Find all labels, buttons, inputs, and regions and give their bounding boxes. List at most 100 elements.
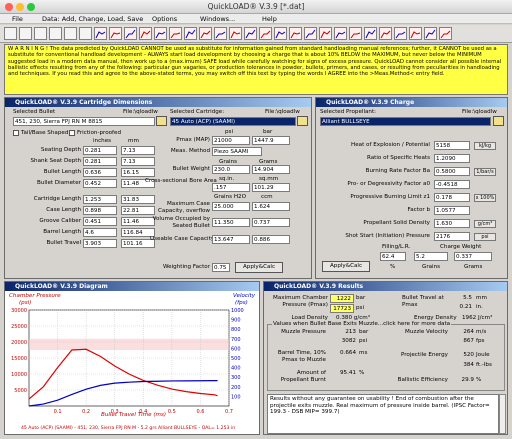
dim-inches-field-7[interactable]: 4.6 xyxy=(83,228,117,237)
bore-sqin-field[interactable]: .157 xyxy=(212,183,250,192)
dim-mm-field-0[interactable]: 7.13 xyxy=(121,146,155,155)
max-capacity-grains-field[interactable]: 25.000 xyxy=(212,202,250,211)
toolbar-chart-icon-25[interactable] xyxy=(379,27,392,40)
charge-value-field-0[interactable]: 5158 xyxy=(434,141,470,150)
max-capacity-ccm-field[interactable]: 1.624 xyxy=(252,202,290,211)
charge-value-field-6[interactable]: 1.630 xyxy=(434,219,470,228)
dim-inches-field-2[interactable]: 0.636 xyxy=(83,168,117,177)
occupied-volume-grains-field[interactable]: 11.350 xyxy=(212,218,250,227)
pmax-bar-field[interactable]: 1447.9 xyxy=(252,136,290,145)
tail-base-checkbox[interactable] xyxy=(13,130,19,136)
charge-unit-button-4[interactable]: x 100% xyxy=(474,194,496,202)
toolbar-chart-icon-27[interactable] xyxy=(409,27,422,40)
col-inches-label: inches xyxy=(93,138,112,144)
bullet-weight-grams-field[interactable]: 14.904 xyxy=(252,165,290,174)
toolbar-chart-icon-17[interactable] xyxy=(259,27,272,40)
charge-grams-field[interactable]: 0.337 xyxy=(454,252,492,261)
toolbar-chart-icon-29[interactable] xyxy=(439,27,452,40)
menu-file[interactable]: File xyxy=(12,15,23,23)
toolbar-chart-icon-15[interactable] xyxy=(229,27,242,40)
toolbar-chart-icon-13[interactable] xyxy=(199,27,212,40)
dim-mm-field-1[interactable]: 7.13 xyxy=(121,157,155,166)
results-panel-header: QuickLOAD® V.3.9 Results xyxy=(264,282,507,291)
toolbar-chart-icon-14[interactable] xyxy=(214,27,227,40)
cartridge-select[interactable]: 45 Auto (ACP) (SAAMI) xyxy=(170,117,296,126)
diagram-panel-header: QuickLOAD® V.3.9 Diagram xyxy=(5,282,259,291)
dim-inches-field-1[interactable]: 0.281 xyxy=(83,157,117,166)
filling-field[interactable]: 62.4 xyxy=(380,252,406,261)
charge-unit-button-0[interactable]: kJ/kg xyxy=(474,142,496,150)
dim-inches-field-8[interactable]: 3.903 xyxy=(83,239,117,248)
toolbar-chart-icon-24[interactable] xyxy=(364,27,377,40)
usable-capacity-grains-field[interactable]: 13.647 xyxy=(212,235,250,244)
sqmm-label: sq.mm xyxy=(259,176,279,182)
charge-value-field-5[interactable]: 1.0577 xyxy=(434,206,470,215)
toolbar-chart-icon-9[interactable] xyxy=(139,27,152,40)
charge-unit-button-7[interactable]: psi xyxy=(474,233,496,241)
max-chamber-pressure-label: Maximum Chamber Pressure (Pmax) xyxy=(273,295,328,308)
menu-options[interactable]: Options xyxy=(152,15,177,23)
charge-value-field-1[interactable]: 1.2090 xyxy=(434,154,470,163)
dim-inches-field-4[interactable]: 1.253 xyxy=(83,195,117,204)
dim-label-3: Bullet Diameter xyxy=(36,180,81,186)
result-right-value-0: 264 xyxy=(463,329,474,335)
toolbar-chart-icon-22[interactable] xyxy=(334,27,347,40)
weighting-factor-field[interactable]: 0.75 xyxy=(212,263,230,272)
toolbar-chart-icon-12[interactable] xyxy=(184,27,197,40)
y2-tick-label: 200 xyxy=(231,385,241,391)
y2-tick-label: 600 xyxy=(231,346,241,352)
occupied-volume-ccm-field[interactable]: 0.737 xyxy=(252,218,290,227)
menu-data[interactable]: Data: Add, Change, Load, Save xyxy=(42,15,143,23)
bullet-weight-grains-field[interactable]: 230.0 xyxy=(212,165,250,174)
toolbar-chart-icon-10[interactable] xyxy=(154,27,167,40)
dim-inches-field-0[interactable]: 0.281 xyxy=(83,146,117,155)
toolbar-chart-icon-28[interactable] xyxy=(424,27,437,40)
charge-apply-calc-button[interactable]: Apply&Calc xyxy=(322,261,370,272)
velocity-axis-title: Velocity xyxy=(233,293,256,299)
charge-value-field-7[interactable]: 2176 xyxy=(434,232,470,241)
pmax-psi-field[interactable]: 21000 xyxy=(212,136,250,145)
toolbar-print-icon-3[interactable] xyxy=(49,27,62,40)
charge-unit-button-6[interactable]: g/cm³ xyxy=(474,220,496,228)
muzzle-values-link[interactable]: Values when Bullet Base Exits Muzzle...c… xyxy=(272,321,452,327)
charge-panel: QuickLOAD® V.3.9 Charge Selected Propell… xyxy=(315,97,508,279)
bullet-select[interactable]: 451, 230, Sierra FPJ RN M 8815 xyxy=(13,117,155,126)
bore-sqmm-field[interactable]: 101.29 xyxy=(252,183,290,192)
propellant-select[interactable]: Alliant BULLSEYE xyxy=(320,117,491,126)
toolbar-chart-icon-18[interactable] xyxy=(274,27,287,40)
cartridge-folder-icon[interactable] xyxy=(297,116,308,126)
meas-method-field[interactable]: Piezo SAAMI xyxy=(212,147,262,156)
dim-inches-field-5[interactable]: 0.898 xyxy=(83,206,117,215)
dim-mm-field-2[interactable]: 16.15 xyxy=(121,168,155,177)
friction-checkbox[interactable] xyxy=(69,130,75,136)
charge-value-field-3[interactable]: -0.4518 xyxy=(434,180,470,189)
toolbar-chart-icon-19[interactable] xyxy=(289,27,302,40)
toolbar-info-icon-4[interactable] xyxy=(64,27,77,40)
toolbar-chart-icon-11[interactable] xyxy=(169,27,182,40)
toolbar-save-file-icon-2[interactable] xyxy=(34,27,47,40)
usable-capacity-ccm-field[interactable]: 0.886 xyxy=(252,235,290,244)
toolbar-chart-icon-20[interactable] xyxy=(304,27,317,40)
toolbar-chart-icon-26[interactable] xyxy=(394,27,407,40)
toolbar-chart-icon-8[interactable] xyxy=(124,27,137,40)
toolbar-chart-icon-23[interactable] xyxy=(349,27,362,40)
toolbar-table-icon-5[interactable] xyxy=(79,27,92,40)
toolbar-new-file-icon-0[interactable] xyxy=(4,27,17,40)
toolbar-chart-icon-21[interactable] xyxy=(319,27,332,40)
menu-help[interactable]: Help xyxy=(262,15,277,23)
bullet-folder-icon[interactable] xyxy=(156,116,167,126)
toolbar-open-file-icon-1[interactable] xyxy=(19,27,32,40)
charge-value-field-2[interactable]: 0.5800 xyxy=(434,167,470,176)
charge-value-field-4[interactable]: 0.178 xyxy=(434,193,470,202)
toolbar-chart-icon-7[interactable] xyxy=(109,27,122,40)
menu-windows[interactable]: Windows... xyxy=(200,15,235,23)
propellant-folder-icon[interactable] xyxy=(493,116,504,126)
charge-unit-button-2[interactable]: 1/bar/s xyxy=(474,168,496,176)
toolbar-chart-icon-6[interactable] xyxy=(94,27,107,40)
dim-inches-field-6[interactable]: 0.451 xyxy=(83,217,117,226)
toolbar-chart-icon-16[interactable] xyxy=(244,27,257,40)
dim-inches-field-3[interactable]: 0.452 xyxy=(83,179,117,188)
notes-scrollbar[interactable] xyxy=(499,394,506,434)
cartridge-apply-calc-button[interactable]: Apply&Calc xyxy=(235,262,283,273)
charge-grains-field[interactable]: 5.2 xyxy=(414,252,448,261)
